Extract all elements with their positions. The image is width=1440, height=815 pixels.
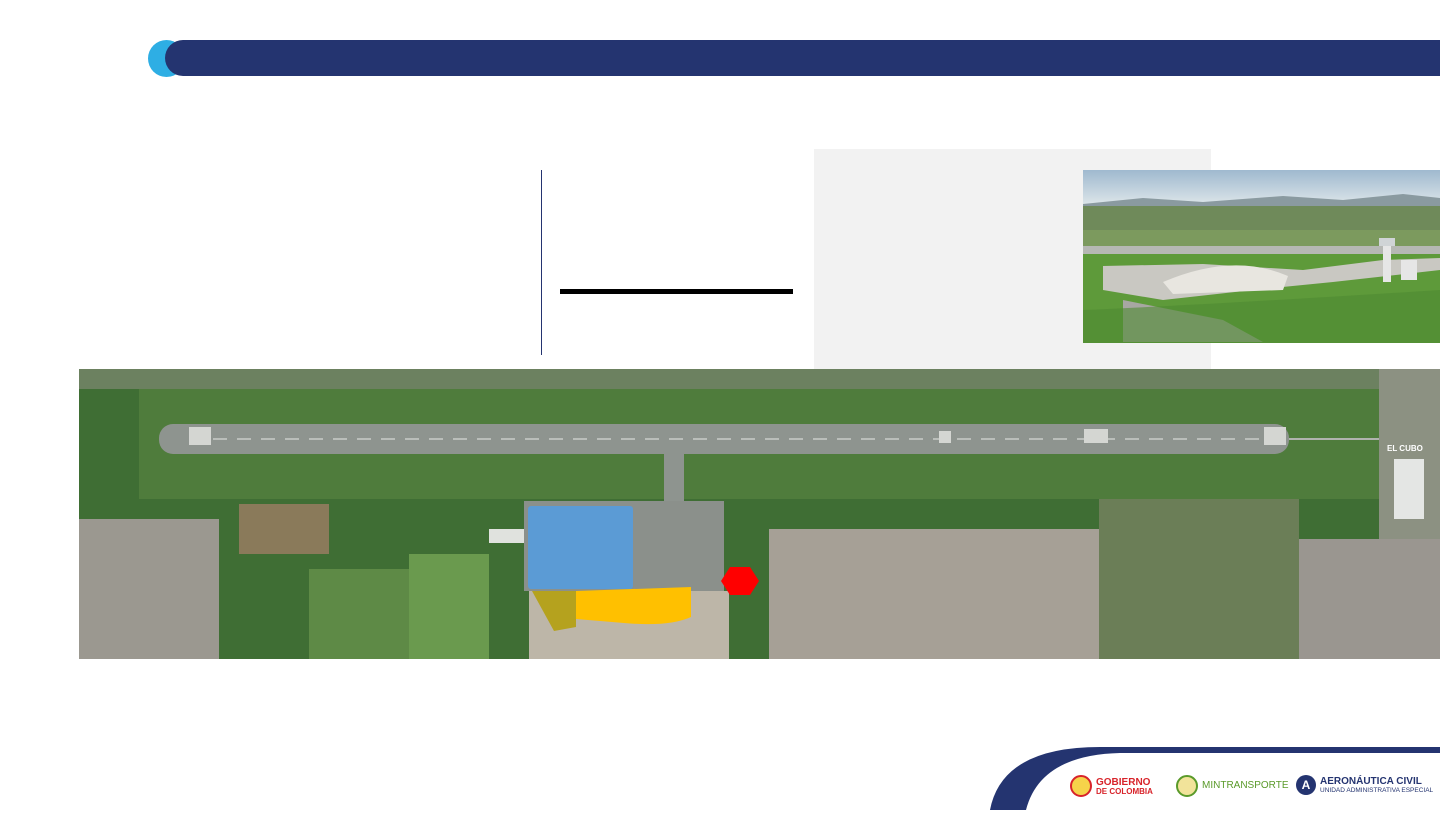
gobierno-line1: GOBIERNO: [1096, 776, 1151, 788]
title-bar: [165, 40, 1440, 76]
coat-of-arms-icon: [1070, 775, 1092, 797]
aeronautica-a-icon: A: [1296, 775, 1316, 795]
horizontal-rule: [560, 289, 793, 294]
gobierno-line2: DE COLOMBIA: [1096, 786, 1153, 796]
aeronautica-line2: UNIDAD ADMINISTRATIVA ESPECIAL: [1320, 786, 1434, 794]
vertical-divider: [541, 170, 542, 355]
gobierno-logo: GOBIERNO DE COLOMBIA: [1070, 775, 1153, 797]
terminal-rendering-image: [1083, 170, 1440, 343]
mintransporte-logo: MINTRANSPORTE: [1176, 775, 1289, 797]
shield-icon: [1176, 775, 1198, 797]
place-label: EL CUBO: [1387, 444, 1423, 453]
aeronautica-line1: AERONÁUTICA CIVIL: [1320, 775, 1422, 787]
airport-aerial-map: EL CUBO: [79, 369, 1440, 659]
aeronautica-logo: A AERONÁUTICA CIVIL UNIDAD ADMINISTRATIV…: [1296, 775, 1433, 795]
mintransporte-text: MINTRANSPORTE: [1202, 780, 1289, 791]
